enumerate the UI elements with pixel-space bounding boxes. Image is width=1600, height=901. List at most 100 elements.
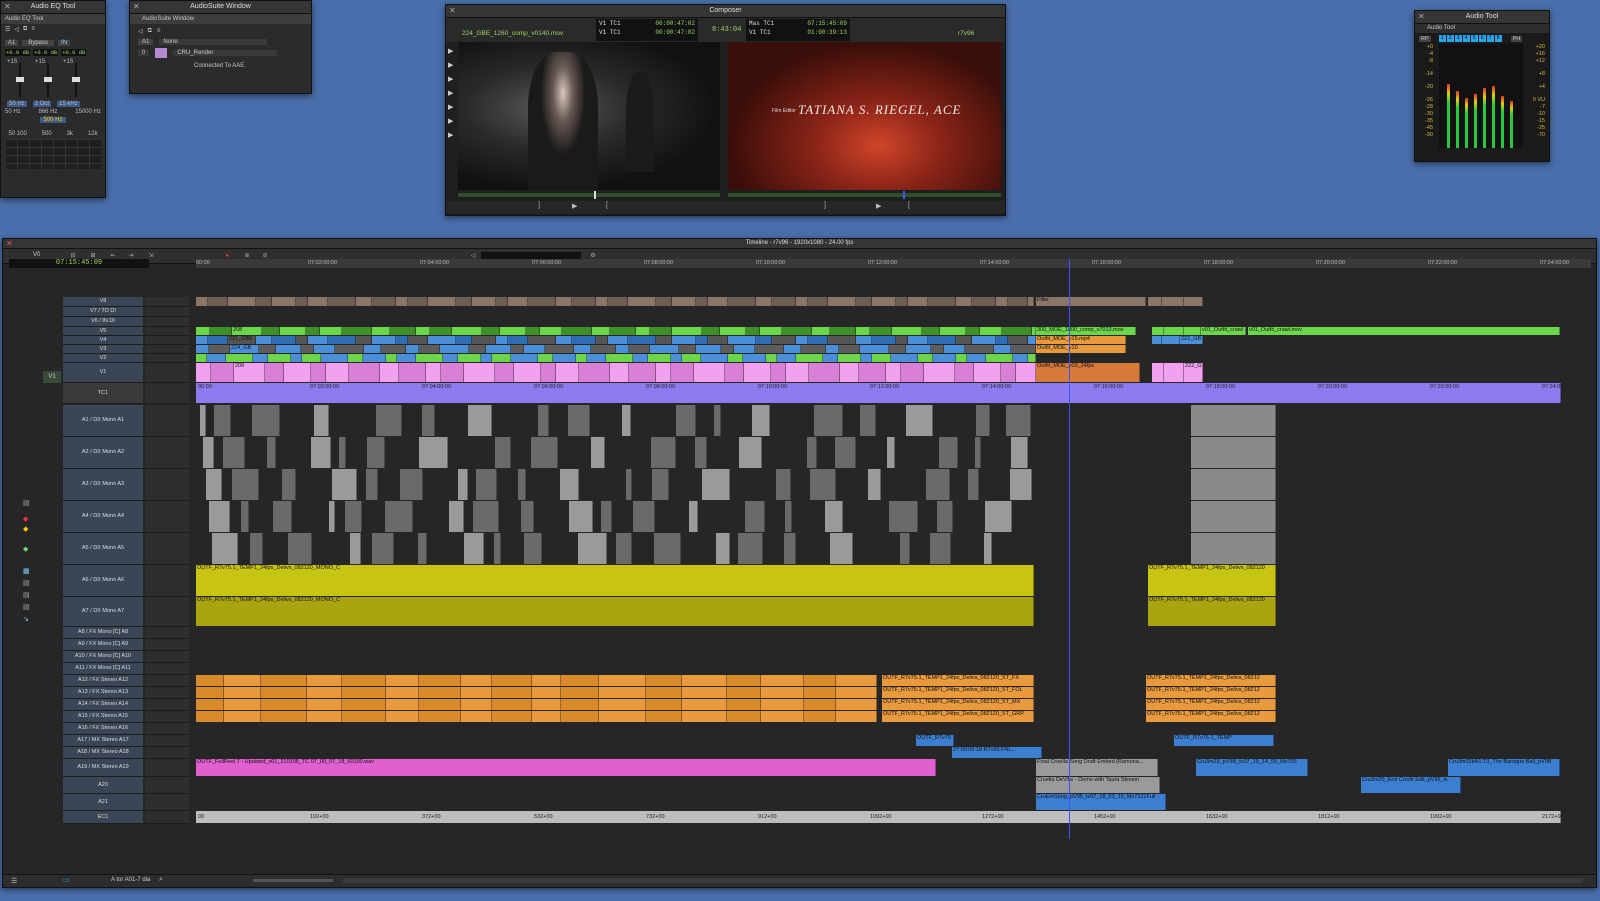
clip[interactable] [311, 437, 331, 468]
clip[interactable] [861, 354, 872, 362]
track-controls[interactable] [145, 735, 189, 747]
clip[interactable] [262, 327, 280, 335]
palette-icon-3[interactable]: ▤ [23, 579, 35, 587]
clip[interactable] [468, 405, 492, 436]
clip[interactable] [696, 345, 721, 353]
clip[interactable] [1028, 354, 1036, 362]
clip[interactable] [196, 687, 224, 698]
clip[interactable]: 27:00:05:18 R7v93 FNL... [952, 747, 1042, 758]
clip[interactable] [288, 533, 312, 564]
track-controls[interactable] [145, 597, 189, 627]
clip[interactable] [574, 345, 591, 353]
clip[interactable] [682, 711, 727, 722]
clip[interactable] [708, 336, 728, 344]
clip[interactable] [492, 711, 532, 722]
source-position-bar[interactable] [458, 191, 720, 199]
eq-slider-high[interactable] [72, 63, 80, 97]
clip[interactable] [896, 297, 908, 306]
clip[interactable] [307, 687, 342, 698]
clip[interactable] [1152, 363, 1164, 382]
clip[interactable] [556, 336, 572, 344]
clip[interactable]: OUTF_R7v75 [916, 735, 954, 746]
clip[interactable] [652, 469, 669, 500]
audiosuite-counter[interactable]: 0 [138, 50, 150, 56]
clip[interactable]: OUTF_R7v75.1_TEMP1_24fps_Delivs_082120_M… [196, 565, 1034, 596]
clip[interactable] [492, 687, 532, 698]
clip[interactable] [1164, 363, 1184, 382]
clip[interactable] [419, 711, 461, 722]
clip[interactable] [996, 297, 1008, 306]
clip[interactable] [430, 327, 452, 335]
track-header-a14[interactable]: A14 / FX Stereo A14 [63, 699, 143, 711]
clip[interactable] [440, 345, 469, 353]
clip[interactable] [937, 501, 953, 532]
clip[interactable] [872, 354, 891, 362]
clip[interactable] [441, 363, 464, 382]
clip[interactable] [311, 363, 326, 382]
clip[interactable]: 222_GB [1184, 363, 1203, 382]
clip[interactable] [572, 297, 596, 306]
clip[interactable] [532, 711, 561, 722]
clip[interactable] [422, 405, 435, 436]
track-header-a20[interactable]: A20 [63, 777, 143, 794]
clip[interactable] [562, 327, 592, 335]
search-icon[interactable]: ⌕ [159, 876, 163, 884]
palette-icon-6[interactable]: ↘ [23, 615, 35, 623]
clip[interactable] [532, 687, 561, 698]
close-icon[interactable]: ✕ [1418, 11, 1425, 23]
clip[interactable] [376, 405, 402, 436]
clip[interactable] [725, 363, 744, 382]
clip[interactable] [381, 345, 406, 353]
clip[interactable] [500, 327, 526, 335]
eq-slider-low[interactable] [16, 63, 24, 97]
clip[interactable] [610, 363, 629, 382]
clip[interactable] [492, 354, 511, 362]
clip[interactable] [241, 501, 249, 532]
clip[interactable] [276, 345, 301, 353]
clip[interactable] [591, 345, 616, 353]
clip[interactable] [860, 345, 889, 353]
clip[interactable] [676, 405, 696, 436]
clip[interactable] [1152, 327, 1164, 335]
clip[interactable] [399, 363, 426, 382]
clip[interactable] [308, 297, 328, 306]
clip[interactable] [633, 501, 655, 532]
track-header-a21[interactable]: A21 [63, 794, 143, 811]
clip[interactable] [756, 297, 772, 306]
clip[interactable] [1011, 437, 1028, 468]
clip[interactable]: 221_GBE [228, 336, 256, 344]
clip[interactable] [682, 354, 701, 362]
eq-gain-low[interactable]: +0.0 dB [5, 49, 31, 56]
eq-freq-high[interactable]: 15 kHz [57, 101, 80, 107]
clip[interactable] [486, 345, 511, 353]
clip[interactable] [531, 437, 558, 468]
clip[interactable] [755, 345, 784, 353]
clip[interactable] [390, 327, 416, 335]
clip[interactable] [1191, 405, 1276, 436]
clip[interactable] [532, 699, 561, 710]
tc-left-label-2[interactable]: V1 TC1 [599, 29, 621, 36]
track-header-a12[interactable]: A12 / FX Stereo A12 [63, 675, 143, 687]
clip[interactable]: Outfit_MOE_v03_24fps [1036, 363, 1140, 382]
clip[interactable] [599, 711, 646, 722]
clip[interactable] [342, 711, 386, 722]
clip[interactable] [196, 327, 210, 335]
clip[interactable] [495, 437, 511, 468]
clip[interactable] [908, 297, 928, 306]
clip[interactable] [482, 327, 500, 335]
clip[interactable] [746, 327, 760, 335]
clip[interactable]: Outfit_MOE_v15.mp4 [1036, 336, 1126, 344]
record-position-bar[interactable] [728, 191, 1001, 199]
zoom-slider[interactable] [253, 879, 333, 882]
clip[interactable] [701, 354, 728, 362]
clip[interactable] [629, 345, 650, 353]
track-controls[interactable] [145, 811, 189, 824]
clip[interactable] [836, 699, 877, 710]
clip[interactable] [860, 405, 876, 436]
track-header-a9[interactable]: A9 / FX Mono [C] A9 [63, 639, 143, 651]
track-header-a18[interactable]: A18 / MX Stereo A18 [63, 747, 143, 759]
track-controls[interactable] [145, 651, 189, 663]
clip[interactable] [986, 354, 1013, 362]
clip[interactable]: OUTF_R7v75.1_TEMP1_24fps_Delivs_082120_M… [196, 597, 1034, 626]
clip[interactable] [672, 336, 696, 344]
